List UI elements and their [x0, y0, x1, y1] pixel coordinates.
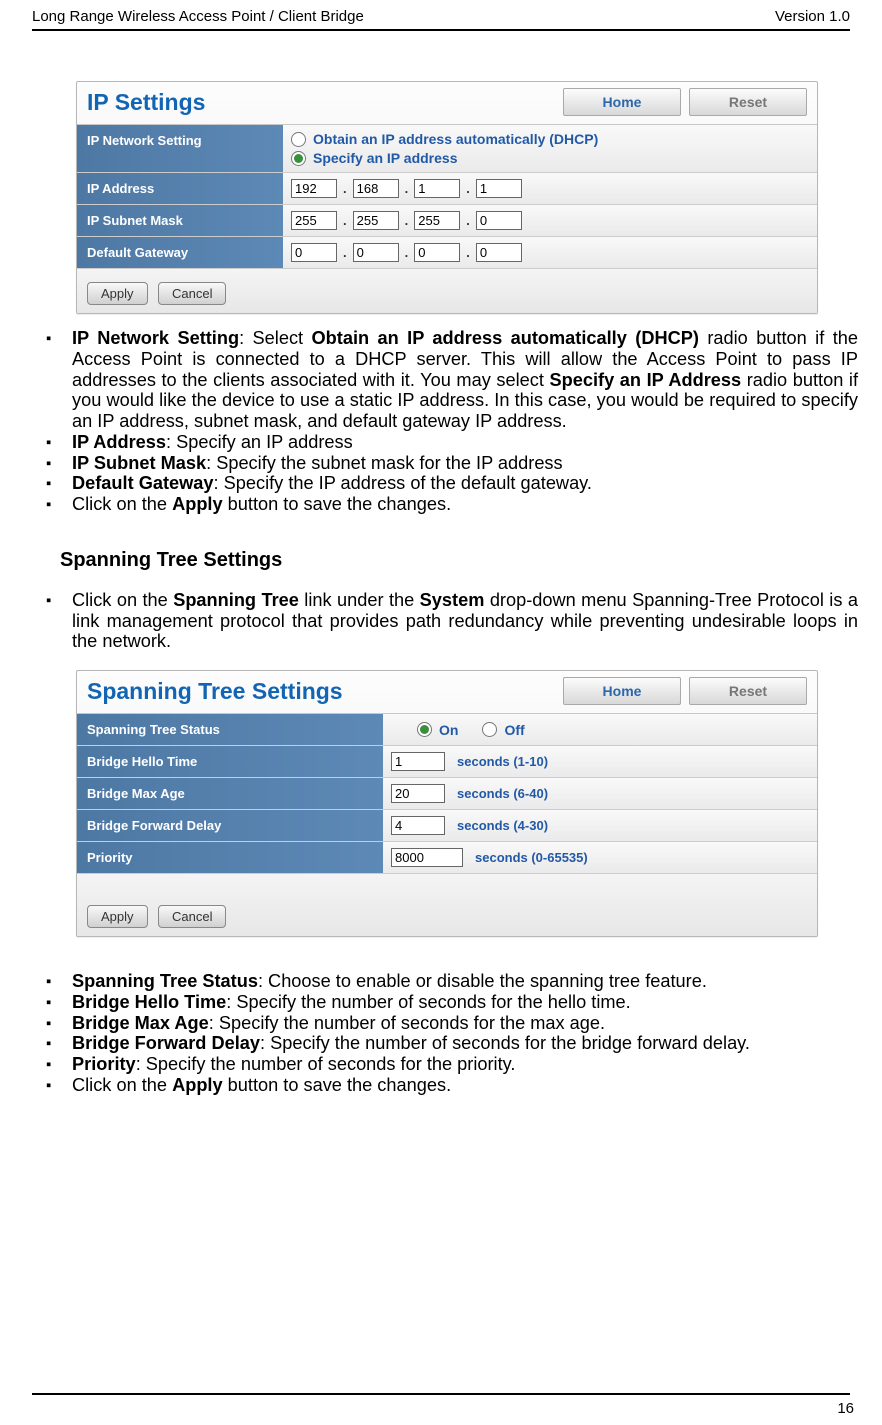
row-subnet-mask: IP Subnet Mask . . . — [77, 205, 817, 237]
label: IP Network Setting — [77, 125, 283, 172]
row-max-age: Bridge Max Age seconds (6-40) — [77, 778, 817, 810]
list-item: Bridge Hello Time: Specify the number of… — [72, 992, 858, 1013]
mask-octet-4[interactable] — [476, 211, 522, 230]
gw-octet-4[interactable] — [476, 243, 522, 262]
label: Default Gateway — [77, 237, 283, 268]
label: Priority — [77, 842, 383, 873]
ip-octet-3[interactable] — [414, 179, 460, 198]
radio-icon — [482, 722, 497, 737]
page-number: 16 — [837, 1400, 854, 1417]
row-forward-delay: Bridge Forward Delay seconds (4-30) — [77, 810, 817, 842]
label: IP Subnet Mask — [77, 205, 283, 236]
gw-octet-1[interactable] — [291, 243, 337, 262]
list-item: Bridge Forward Delay: Specify the number… — [72, 1033, 858, 1054]
ip-octet-1[interactable] — [291, 179, 337, 198]
ip-octet-4[interactable] — [476, 179, 522, 198]
row-stp-status: Spanning Tree Status On Off — [77, 714, 817, 746]
radio-dhcp[interactable]: Obtain an IP address automatically (DHCP… — [291, 131, 598, 147]
priority-input[interactable] — [391, 848, 463, 867]
row-hello-time: Bridge Hello Time seconds (1-10) — [77, 746, 817, 778]
hello-input[interactable] — [391, 752, 445, 771]
list-item: IP Network Setting: Select Obtain an IP … — [72, 328, 858, 432]
mask-octet-3[interactable] — [414, 211, 460, 230]
value: Obtain an IP address automatically (DHCP… — [283, 125, 817, 172]
apply-button[interactable]: Apply — [87, 905, 148, 928]
list-item: Default Gateway: Specify the IP address … — [72, 473, 858, 494]
radio-on[interactable]: On — [417, 722, 458, 738]
ip-settings-panel: IP Settings Home Reset IP Network Settin… — [76, 81, 818, 314]
label: Spanning Tree Status — [77, 714, 383, 745]
value: . . . — [283, 237, 817, 268]
row-default-gateway: Default Gateway . . . — [77, 237, 817, 269]
home-button[interactable]: Home — [563, 88, 681, 116]
reset-button[interactable]: Reset — [689, 677, 807, 705]
list-item: Click on the Apply button to save the ch… — [72, 494, 858, 515]
row-ip-address: IP Address . . . — [77, 173, 817, 205]
ip-settings-title: IP Settings — [87, 89, 205, 116]
panel-footer: Apply Cancel — [77, 874, 817, 936]
radio-icon — [291, 132, 306, 147]
label: Bridge Hello Time — [77, 746, 383, 777]
row-ip-network-setting: IP Network Setting Obtain an IP address … — [77, 125, 817, 173]
radio-icon — [291, 151, 306, 166]
radio-off[interactable]: Off — [482, 722, 524, 738]
list-item: Priority: Specify the number of seconds … — [72, 1054, 858, 1075]
panel-footer: Apply Cancel — [77, 269, 817, 313]
label: Bridge Forward Delay — [77, 810, 383, 841]
apply-button[interactable]: Apply — [87, 282, 148, 305]
fwd-input[interactable] — [391, 816, 445, 835]
mask-octet-1[interactable] — [291, 211, 337, 230]
ip-octet-2[interactable] — [353, 179, 399, 198]
list-item: IP Address: Specify an IP address — [72, 432, 858, 453]
reset-button[interactable]: Reset — [689, 88, 807, 116]
ip-description-list: IP Network Setting: Select Obtain an IP … — [32, 328, 858, 515]
header-rule — [32, 29, 850, 31]
page-header: Long Range Wireless Access Point / Clien… — [32, 8, 850, 27]
mask-octet-2[interactable] — [353, 211, 399, 230]
spanning-tree-panel: Spanning Tree Settings Home Reset Spanni… — [76, 670, 818, 937]
cancel-button[interactable]: Cancel — [158, 282, 226, 305]
stp-description-list: Spanning Tree Status: Choose to enable o… — [32, 971, 858, 1096]
footer-rule — [32, 1393, 850, 1395]
value: On Off — [383, 714, 817, 745]
gw-octet-3[interactable] — [414, 243, 460, 262]
radio-icon — [417, 722, 432, 737]
radio-static[interactable]: Specify an IP address — [291, 150, 457, 166]
list-item: Click on the Spanning Tree link under th… — [72, 590, 858, 652]
maxage-input[interactable] — [391, 784, 445, 803]
spanning-tree-heading: Spanning Tree Settings — [60, 549, 850, 572]
row-priority: Priority seconds (0-65535) — [77, 842, 817, 874]
value: . . . — [283, 205, 817, 236]
header-right: Version 1.0 — [775, 8, 850, 25]
list-item: IP Subnet Mask: Specify the subnet mask … — [72, 453, 858, 474]
stp-title: Spanning Tree Settings — [87, 678, 343, 705]
list-item: Spanning Tree Status: Choose to enable o… — [72, 971, 858, 992]
label: IP Address — [77, 173, 283, 204]
list-item: Click on the Apply button to save the ch… — [72, 1075, 858, 1096]
value: . . . — [283, 173, 817, 204]
home-button[interactable]: Home — [563, 677, 681, 705]
list-item: Bridge Max Age: Specify the number of se… — [72, 1013, 858, 1034]
label: Bridge Max Age — [77, 778, 383, 809]
header-left: Long Range Wireless Access Point / Clien… — [32, 8, 364, 25]
stp-intro-list: Click on the Spanning Tree link under th… — [32, 590, 858, 652]
gw-octet-2[interactable] — [353, 243, 399, 262]
cancel-button[interactable]: Cancel — [158, 905, 226, 928]
